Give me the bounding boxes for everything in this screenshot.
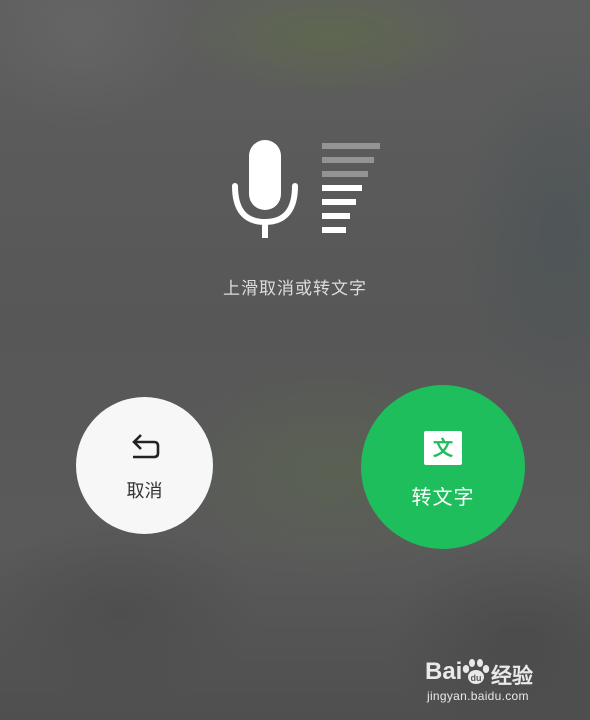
watermark-brand-jingyan: 经验 xyxy=(491,664,533,688)
convert-to-text-label: 转文字 xyxy=(411,485,475,509)
volume-bar xyxy=(322,171,368,177)
gesture-hint: 上滑取消或转文字 xyxy=(223,279,367,299)
paw-icon: du xyxy=(462,659,490,684)
svg-text:du: du xyxy=(471,673,482,683)
baidu-jingyan-watermark: Bai du 经验 jingyan.baidu.com xyxy=(425,656,560,708)
volume-bar xyxy=(322,157,374,163)
volume-meter xyxy=(322,143,382,239)
watermark-url: jingyan.baidu.com xyxy=(427,689,529,703)
microphone-icon xyxy=(232,140,298,238)
volume-bar xyxy=(322,227,346,233)
watermark-brand-bai: Bai xyxy=(425,658,463,685)
cancel-label: 取消 xyxy=(126,481,163,502)
volume-bar xyxy=(322,143,380,149)
cancel-button[interactable]: 取消 xyxy=(76,397,213,534)
volume-bar xyxy=(322,199,356,205)
text-icon: 文 xyxy=(424,431,462,465)
convert-to-text-button[interactable]: 文 转文字 xyxy=(361,385,525,549)
volume-bar xyxy=(322,213,350,219)
blurred-background xyxy=(0,0,590,720)
undo-icon xyxy=(132,434,160,459)
volume-bar xyxy=(322,185,362,191)
